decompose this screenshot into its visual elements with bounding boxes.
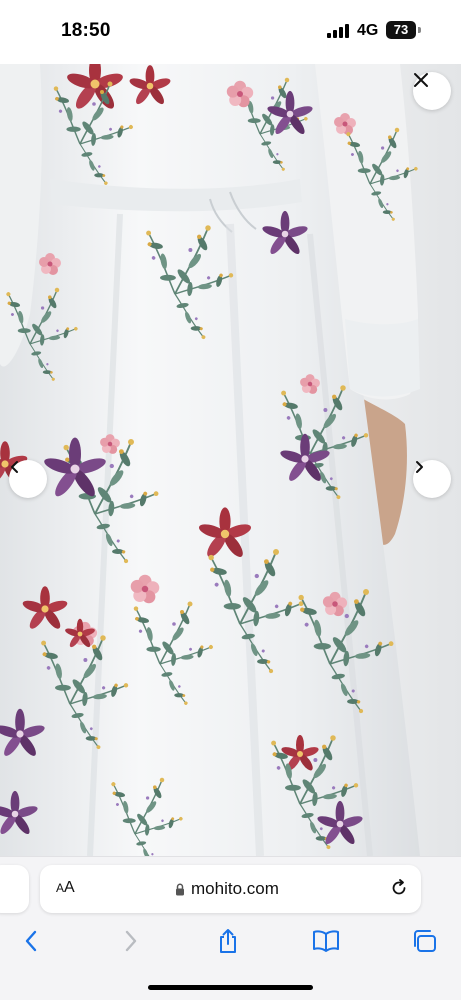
address-bar[interactable]: AA mohito.com bbox=[40, 865, 421, 913]
tabs-icon bbox=[414, 930, 436, 952]
forward-icon bbox=[125, 930, 137, 952]
previous-image-button[interactable] bbox=[9, 460, 47, 498]
url-display[interactable]: mohito.com bbox=[175, 879, 279, 899]
signal-icon bbox=[327, 24, 349, 38]
close-icon bbox=[414, 73, 428, 87]
product-image[interactable] bbox=[0, 64, 461, 856]
battery-level: 73 bbox=[386, 21, 416, 39]
lock-icon bbox=[176, 883, 184, 895]
back-button[interactable] bbox=[17, 927, 45, 955]
network-type: 4G bbox=[357, 22, 379, 39]
text-size-small-label: A bbox=[56, 881, 65, 895]
reload-icon[interactable] bbox=[389, 878, 409, 898]
chevron-right-icon bbox=[416, 461, 423, 473]
battery-icon bbox=[418, 27, 421, 33]
bookmarks-icon bbox=[313, 930, 339, 952]
close-button[interactable] bbox=[413, 72, 451, 110]
browser-toolbar: AA mohito.com bbox=[0, 856, 461, 1000]
chevron-left-icon bbox=[11, 461, 18, 473]
previous-tab-preview[interactable] bbox=[0, 865, 29, 913]
share-icon bbox=[220, 929, 236, 953]
browser-nav-row bbox=[0, 921, 461, 961]
share-button[interactable] bbox=[214, 927, 242, 955]
next-image-button[interactable] bbox=[413, 460, 451, 498]
status-time: 18:50 bbox=[61, 20, 111, 41]
status-bar: 18:50 4G 73 bbox=[0, 0, 461, 64]
tabs-button[interactable] bbox=[410, 927, 438, 955]
text-size-large-label: A bbox=[64, 879, 75, 896]
text-size-button[interactable]: AA bbox=[56, 879, 75, 897]
home-indicator[interactable] bbox=[148, 985, 313, 990]
dress-photo bbox=[0, 64, 461, 856]
forward-button[interactable] bbox=[117, 927, 145, 955]
back-icon bbox=[25, 930, 37, 952]
bookmarks-button[interactable] bbox=[312, 927, 340, 955]
url-text: mohito.com bbox=[191, 879, 279, 898]
